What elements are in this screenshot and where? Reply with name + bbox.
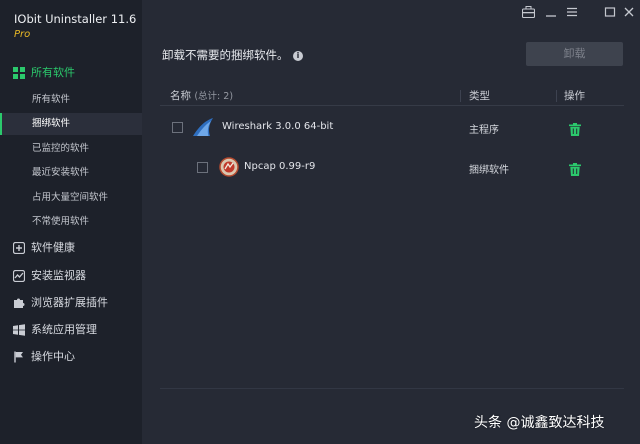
health-plus-icon [12, 241, 26, 255]
minimize-icon[interactable] [543, 6, 559, 20]
content-divider [160, 388, 624, 389]
total-count: (总计: 2) [194, 91, 234, 102]
sidebar-item-bundled-software[interactable]: 捆绑软件 [0, 113, 142, 135]
sidebar-item-rarely-used[interactable]: 不常使用软件 [0, 211, 142, 233]
trash-icon[interactable] [569, 161, 581, 176]
windows-icon [12, 323, 26, 337]
close-icon[interactable] [621, 6, 637, 20]
nav-all-software[interactable]: 所有软件 [0, 62, 142, 84]
nav-install-monitor[interactable]: 安装监视器 [0, 265, 142, 287]
nav-label: 浏览器扩展插件 [31, 296, 108, 309]
app-name: Wireshark 3.0.0 64-bit [222, 121, 334, 132]
maximize-icon[interactable] [602, 6, 618, 20]
column-divider [460, 90, 461, 102]
sidebar-item-all-software[interactable]: 所有软件 [0, 89, 142, 111]
puzzle-icon [12, 296, 26, 310]
trash-icon[interactable] [569, 121, 581, 136]
sidebar-item-large-software[interactable]: 占用大量空间软件 [0, 187, 142, 209]
nav-label: 最近安装软件 [32, 167, 90, 178]
flag-icon [12, 350, 26, 364]
app-name: Npcap 0.99-r9 [244, 161, 316, 172]
row-checkbox[interactable] [197, 162, 208, 173]
nav-label: 软件健康 [31, 241, 75, 254]
nav-label: 所有软件 [32, 94, 71, 105]
column-name-label: 名称 [170, 90, 191, 102]
column-header-action: 操作 [564, 90, 585, 102]
table-row[interactable]: Npcap 0.99-r9 捆绑软件 [160, 150, 624, 186]
nav-label: 系统应用管理 [31, 323, 97, 336]
column-divider [556, 90, 557, 102]
nav-label: 已监控的软件 [32, 143, 90, 154]
app-edition: Pro [14, 29, 31, 40]
wireshark-fin-icon [192, 116, 213, 136]
table-row[interactable]: Wireshark 3.0.0 64-bit 主程序 [160, 110, 624, 146]
app-type: 捆绑软件 [469, 165, 509, 176]
nav-browser-extensions[interactable]: 浏览器扩展插件 [0, 292, 142, 314]
menu-icon[interactable] [564, 6, 580, 20]
nav-label: 不常使用软件 [32, 216, 90, 227]
page-headline: 卸载不需要的捆绑软件。 [162, 48, 289, 62]
nav-label: 占用大量空间软件 [32, 192, 109, 203]
uninstall-button[interactable]: 卸载 [526, 42, 623, 66]
row-checkbox[interactable] [172, 122, 183, 133]
toolbox-icon[interactable] [520, 6, 536, 20]
sidebar-item-monitored-software[interactable]: 已监控的软件 [0, 138, 142, 160]
sidebar-item-recently-installed[interactable]: 最近安装软件 [0, 162, 142, 184]
app-type: 主程序 [469, 125, 499, 136]
table-header: 名称 (总计: 2) 类型 操作 [160, 86, 624, 106]
nav-label: 操作中心 [31, 350, 75, 363]
info-icon[interactable]: i [293, 51, 303, 61]
npcap-icon [219, 157, 239, 177]
nav-label: 捆绑软件 [32, 118, 71, 129]
nav-system-apps[interactable]: 系统应用管理 [0, 319, 142, 341]
sidebar: IObit Uninstaller 11.6 Pro 所有软件 所有软件 捆绑软… [0, 0, 142, 444]
column-header-name[interactable]: 名称 (总计: 2) [170, 88, 233, 103]
monitor-wave-icon [12, 269, 26, 283]
nav-label: 所有软件 [31, 66, 75, 79]
column-header-type[interactable]: 类型 [469, 88, 490, 103]
grid-icon [12, 66, 26, 80]
nav-software-health[interactable]: 软件健康 [0, 237, 142, 259]
nav-action-center[interactable]: 操作中心 [0, 346, 142, 368]
nav-label: 安装监视器 [31, 269, 86, 282]
app-title: IObit Uninstaller 11.6 [14, 12, 137, 26]
watermark: 头条 @诚鑫致达科技 [474, 415, 605, 431]
